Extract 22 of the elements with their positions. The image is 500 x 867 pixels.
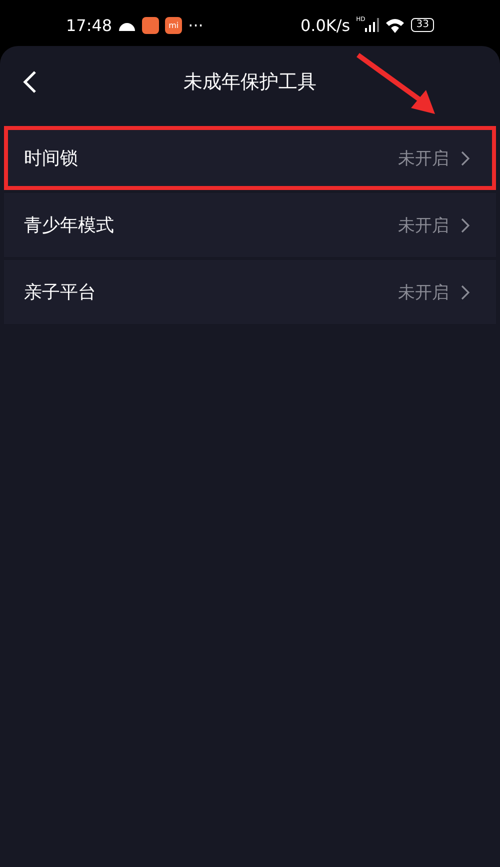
chevron-icon <box>461 284 470 300</box>
row-label: 时间锁 <box>24 147 79 170</box>
app-icon: mi <box>165 16 182 34</box>
row-status: 未开启 <box>398 148 449 170</box>
clock: 17:48 <box>66 16 112 34</box>
page-title: 未成年保护工具 <box>184 70 316 95</box>
more-notifications: ··· <box>188 16 204 34</box>
settings-row[interactable]: 时间锁 未开启 <box>4 126 496 190</box>
wifi-icon <box>385 18 406 32</box>
network-speed: 0.0K/s <box>300 16 350 34</box>
row-status: 未开启 <box>398 282 449 304</box>
app-icon <box>142 16 160 34</box>
row-label: 亲子平台 <box>24 281 97 304</box>
chevron-icon <box>461 218 470 232</box>
battery-icon: 33 <box>411 18 434 32</box>
row-label: 青少年模式 <box>24 214 115 237</box>
settings-row[interactable]: 青少年模式 未开启 <box>4 193 496 257</box>
chevron-icon <box>461 150 470 166</box>
back-icon[interactable] <box>22 70 38 94</box>
signal-icon <box>365 18 380 32</box>
row-status: 未开启 <box>398 214 449 236</box>
settings-row[interactable]: 亲子平台 未开启 <box>4 260 496 324</box>
